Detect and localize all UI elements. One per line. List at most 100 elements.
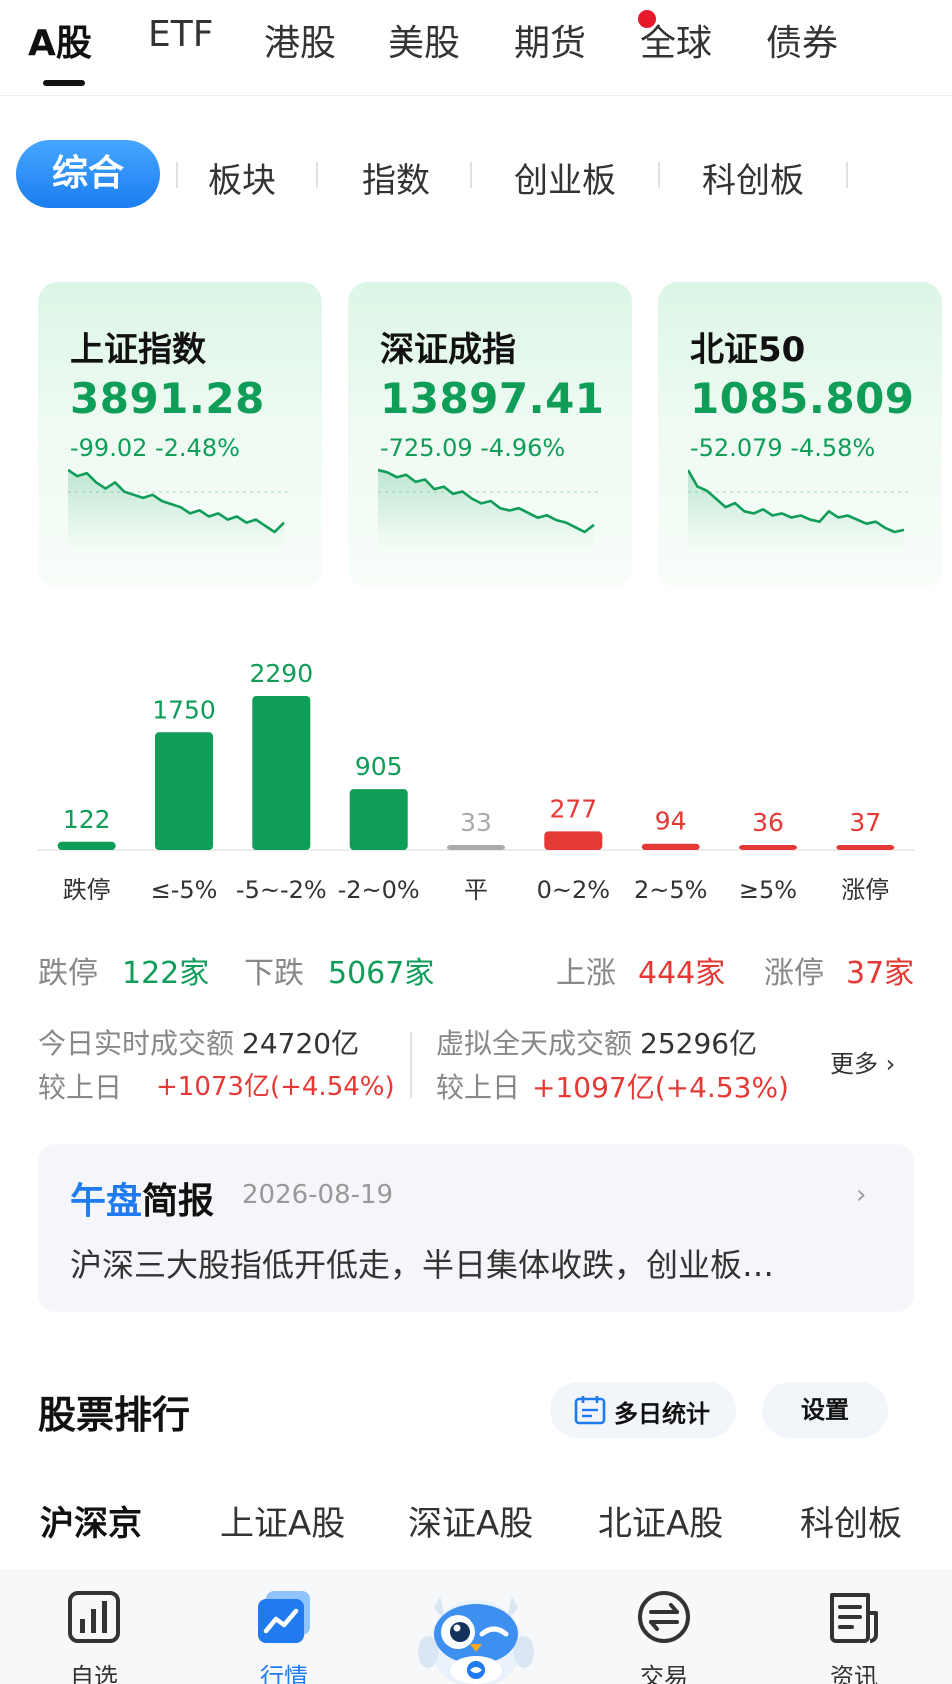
bar-4 <box>447 845 505 850</box>
market-tab-global[interactable]: 全球 <box>640 14 712 66</box>
distribution-svg: 122 跌停 1750 ≤-5% 2290 -5~-2% 905 -2~0% 33 平 277 0~2… <box>38 659 914 904</box>
bar-value-label: 905 <box>355 752 403 781</box>
tab-divider <box>176 162 178 188</box>
index-card-shanghai[interactable]: 上证指数 3891.28 -99.02 -2.48% <box>38 282 322 588</box>
bar-0 <box>57 841 116 850</box>
nav-news[interactable]: 资讯 <box>794 1571 914 1684</box>
bar-2 <box>252 696 311 850</box>
tab-divider <box>658 162 660 188</box>
bar-chart-icon <box>68 1591 120 1643</box>
advance-label: 上涨 <box>556 956 616 991</box>
index-sparkline <box>378 468 598 550</box>
sub-tab-star-market[interactable]: 科创板 <box>702 153 804 202</box>
realtime-compare-value: +1073亿(+4.54%) <box>156 1072 395 1102</box>
market-tab-us[interactable]: 美股 <box>388 14 460 66</box>
settings-button[interactable]: 设置 <box>762 1382 888 1438</box>
multi-day-stats-label: 多日统计 <box>614 1400 710 1428</box>
decline-count: 5067家 <box>328 956 435 991</box>
index-name: 上证指数 <box>70 330 206 370</box>
nav-label-market: 行情 <box>260 1663 308 1684</box>
index-card-shenzhen[interactable]: 深证成指 13897.41 -725.09 -4.96% <box>348 282 632 588</box>
tab-divider <box>846 162 848 188</box>
virtual-turnover-value: 25296亿 <box>640 1027 758 1060</box>
index-sparkline <box>68 468 288 550</box>
brief-summary: 沪深三大股指低开低走，半日集体收跌，创业板… <box>70 1246 775 1284</box>
rank-tab-sh-a[interactable]: 上证A股 <box>220 1496 345 1545</box>
category-label: 跌停 <box>63 876 111 904</box>
tab-divider <box>316 162 318 188</box>
bar-value-label: 36 <box>752 808 784 837</box>
chevron-right-icon: › <box>856 1180 867 1210</box>
rank-tab-all[interactable]: 沪深京 <box>40 1496 142 1545</box>
category-label: ≤-5% <box>151 876 218 904</box>
market-tab-hk[interactable]: 港股 <box>264 14 336 66</box>
ranking-title: 股票排行 <box>38 1393 191 1437</box>
market-tab-etf[interactable]: ETF <box>148 14 213 55</box>
realtime-turnover-value: 24720亿 <box>242 1027 360 1060</box>
calendar-icon <box>574 1396 606 1425</box>
market-tab-a-share[interactable]: A股 <box>28 14 92 66</box>
realtime-compare-label: 较上日 <box>38 1071 123 1104</box>
category-label: 平 <box>464 876 488 904</box>
bar-6 <box>641 843 700 850</box>
rank-tab-bj-a[interactable]: 北证A股 <box>598 1496 723 1545</box>
nav-market[interactable]: 行情 <box>224 1571 344 1684</box>
sub-tab-overview[interactable]: 综合 <box>16 140 160 208</box>
virtual-compare-value: +1097亿(+4.53%) <box>532 1071 789 1104</box>
index-change: -52.079 -4.58% <box>690 434 876 462</box>
bar-value-label: 277 <box>549 794 597 823</box>
bar-1 <box>155 732 213 850</box>
nav-label-trade: 交易 <box>640 1663 688 1684</box>
turnover-divider <box>410 1032 412 1098</box>
category-label: 0~2% <box>537 876 610 904</box>
nav-trade[interactable]: 交易 <box>604 1571 724 1684</box>
bar-value-label: 37 <box>849 808 881 837</box>
category-label: 2~5% <box>634 876 707 904</box>
rank-tab-star[interactable]: 科创板 <box>800 1496 902 1545</box>
index-card-beijing[interactable]: 北证50 1085.809 -52.079 -4.58% <box>658 282 942 588</box>
market-tabs: A股 ETF 港股 美股 期货 全球 债券 <box>0 0 952 96</box>
advance-count: 444家 <box>638 956 726 991</box>
trend-chart-icon <box>258 1591 310 1643</box>
market-tab-bonds[interactable]: 债券 <box>766 14 838 66</box>
limit-down-label: 跌停 <box>38 956 98 991</box>
more-link[interactable]: 更多 › <box>830 1044 895 1079</box>
brief-title-highlight: 午盘 <box>70 1181 143 1222</box>
rank-tab-sz-a[interactable]: 深证A股 <box>408 1496 533 1545</box>
multi-day-stats-button[interactable]: 多日统计 <box>550 1382 736 1438</box>
bar-3 <box>349 789 408 850</box>
sub-tab-sectors[interactable]: 板块 <box>208 153 276 202</box>
price-change-distribution-chart[interactable]: 122 跌停 1750 ≤-5% 2290 -5~-2% 905 -2~0% 33 平 277 0~2… <box>38 630 914 910</box>
bar-8 <box>836 845 895 850</box>
index-change: -725.09 -4.96% <box>380 434 566 462</box>
index-change: -99.02 -2.48% <box>70 434 240 462</box>
bar-7 <box>739 845 797 850</box>
category-label: 涨停 <box>841 876 889 904</box>
realtime-turnover-label: 今日实时成交额 <box>38 1027 235 1060</box>
owl-mascot-icon[interactable] <box>412 1586 540 1684</box>
bar-value-label: 122 <box>63 805 111 834</box>
category-label: ≥5% <box>739 876 797 904</box>
nav-label-news: 资讯 <box>830 1663 878 1684</box>
nav-label-watchlist: 自选 <box>70 1663 118 1684</box>
midday-brief-card[interactable]: 午盘 简报 2026-08-19 › 沪深三大股指低开低走，半日集体收跌，创业板… <box>38 1144 914 1312</box>
virtual-compare-label: 较上日 <box>436 1071 521 1104</box>
sub-tab-chinext[interactable]: 创业板 <box>514 153 616 202</box>
tab-divider <box>470 162 472 188</box>
decline-label: 下跌 <box>244 956 304 991</box>
turnover-panel: 今日实时成交额 24720亿 较上日 +1073亿(+4.54%) 虚拟全天成交… <box>38 1022 914 1110</box>
sparkline-area <box>68 470 284 550</box>
limit-up-label: 涨停 <box>764 956 824 991</box>
brief-date: 2026-08-19 <box>242 1180 394 1210</box>
limit-up-count: 37家 <box>846 956 915 991</box>
sub-tab-indices[interactable]: 指数 <box>362 153 430 202</box>
category-label: -2~0% <box>338 876 420 904</box>
sparkline-area <box>688 470 904 550</box>
bar-value-label: 33 <box>460 808 492 837</box>
market-tab-futures[interactable]: 期货 <box>514 14 586 66</box>
index-name: 深证成指 <box>380 330 516 370</box>
nav-watchlist[interactable]: 自选 <box>34 1571 154 1684</box>
bar-5 <box>544 831 603 850</box>
index-value: 13897.41 <box>380 374 605 423</box>
index-value: 1085.809 <box>690 374 915 423</box>
